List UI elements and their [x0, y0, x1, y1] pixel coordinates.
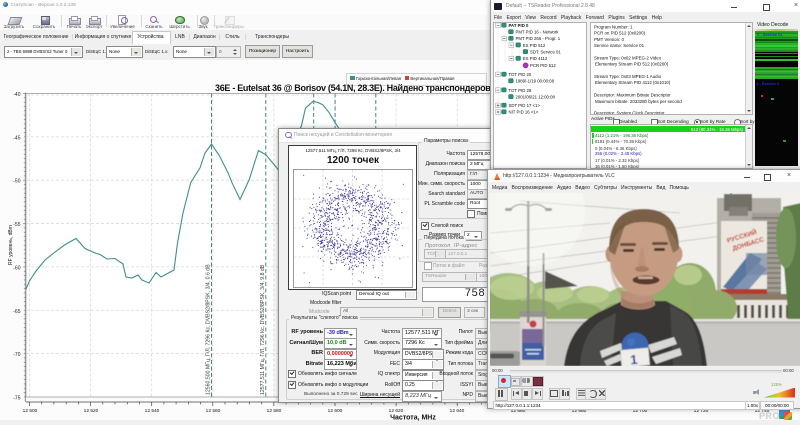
svg-text:SDT PID 17 <1>: SDT PID 17 <1>: [509, 103, 541, 108]
svg-text:Descriptor: Maximum Bitrate De: Descriptor: Maximum Bitrate Descriptor: [594, 93, 671, 98]
svg-text:Program Number: 1: Program Number: 1: [594, 25, 633, 30]
svg-text:Maximum bitrate: 2033280 bytes: Maximum bitrate: 2033280 bytes per secon…: [595, 99, 682, 104]
svg-text:PCR on PID 512 (0x0200): PCR on PID 512 (0x0200): [594, 31, 646, 36]
svg-text:PMT PID 16 - Network: PMT PID 16 - Network: [516, 30, 560, 35]
svg-text:ES PID 4112: ES PID 4112: [523, 56, 548, 61]
svg-text:Elementary Stream PID 4112 (0x: Elementary Stream PID 4112 (0x1010): [595, 80, 671, 85]
svg-text:Service name: Service 01: Service name: Service 01: [594, 43, 645, 48]
svg-text:Elementary Stream PID 512 (0x0: Elementary Stream PID 512 (0x0200): [595, 62, 669, 67]
svg-text:SDT: Service 01: SDT: Service 01: [530, 50, 561, 55]
svg-text:ES PID 512: ES PID 512: [523, 43, 546, 48]
svg-text:Stream Type: 0x03 MPEG-1 Audio: Stream Type: 0x03 MPEG-1 Audio: [594, 74, 662, 79]
svg-text:Stream Type: 0x02 MPEG-2 Video: Stream Type: 0x02 MPEG-2 Video: [594, 55, 662, 60]
svg-text:PCR PID 512: PCR PID 512: [530, 63, 556, 68]
svg-text:TOT PID 20: TOT PID 20: [509, 72, 532, 77]
svg-text:2001/06/21 12:00:08: 2001/06/21 12:00:08: [516, 95, 556, 100]
svg-text:PAT PID 0: PAT PID 0: [509, 23, 530, 28]
svg-text:NIT PID 16 <1>: NIT PID 16 <1>: [509, 110, 539, 115]
svg-text:TOT PID 28: TOT PID 28: [509, 88, 532, 93]
svg-text:1: 1: [630, 352, 639, 366]
svg-text:1989/-1/19 00:00:08: 1989/-1/19 00:00:08: [516, 79, 555, 84]
svg-text:Descriptor: System Clock Descr: Descriptor: System Clock Descriptor: [594, 111, 665, 115]
svg-text:PMT PID 266 - Progr. 1: PMT PID 266 - Progr. 1: [516, 36, 561, 41]
svg-text:PMT Version: 0: PMT Version: 0: [594, 37, 624, 42]
